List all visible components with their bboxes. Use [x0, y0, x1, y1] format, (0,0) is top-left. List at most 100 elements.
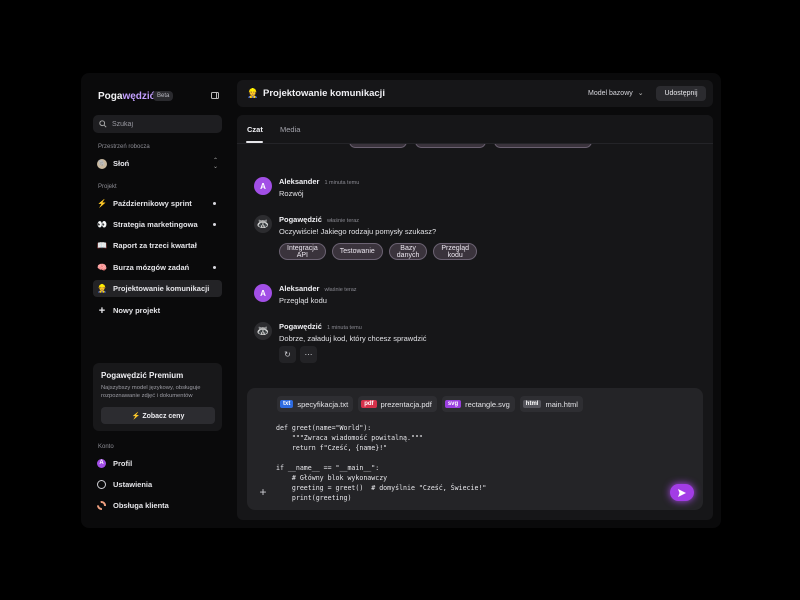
book-icon: 📖 [97, 241, 107, 250]
chevron-updown-icon: ⌃ ⌄ [212, 157, 218, 170]
sidebar-item-label: Ustawienia [113, 479, 153, 489]
add-attachment-button[interactable]: + [257, 486, 269, 498]
composer-text-input[interactable]: def greet(name="World"): """Zwraca wiado… [276, 423, 486, 503]
user-avatar: A [254, 177, 272, 195]
new-project-button[interactable]: + Nowy projekt [93, 302, 222, 319]
sidebar-item-support[interactable]: Obsługa klienta [93, 497, 222, 513]
message-text: Przegląd kodu [279, 296, 327, 305]
chip-code-review[interactable]: Przegląd kodu [433, 243, 477, 260]
sidebar-item-label: Obsługa klienta [113, 500, 169, 510]
author-name: Aleksander [279, 284, 320, 293]
see-pricing-button[interactable]: ⚡ Zobacz ceny [101, 407, 215, 424]
brand-logo[interactable]: Pogawędzić [98, 91, 155, 102]
project-label: Projekt [98, 184, 117, 190]
settings-icon [97, 479, 106, 489]
file-type-badge: pdf [361, 400, 377, 408]
model-selector-label: Model bazowy [588, 89, 633, 97]
unread-dot [213, 266, 216, 269]
tab-bar: Czat Media [237, 115, 713, 144]
premium-description: Najszybszy model językowy, obsługuje roz… [101, 385, 201, 399]
brand-accent: wędzić [122, 91, 156, 102]
search-icon [99, 120, 107, 128]
premium-title: Pogawędzić Premium [101, 371, 184, 380]
see-pricing-label: Zobacz ceny [142, 412, 185, 420]
message-author: Aleksander właśnie teraz [279, 284, 357, 293]
sidebar-item-marketing-strategy[interactable]: 👀 Strategia marketingowa [93, 216, 222, 233]
sidebar: Pogawędzić Beta Przestrzeń robocza 🐘 Sło… [81, 73, 236, 528]
sidebar-item-october-sprint[interactable]: ⚡ Październikowy sprint [93, 195, 222, 212]
new-project-label: Nowy projekt [113, 306, 161, 315]
file-attachment[interactable]: svg rectangle.svg [441, 396, 515, 412]
account-label: Konto [98, 444, 114, 450]
message-time: właśnie teraz [324, 287, 357, 293]
file-name: prezentacja.pdf [380, 399, 432, 409]
profile-icon: A [97, 458, 106, 468]
chip-testing[interactable]: Testowanie [331, 243, 383, 260]
suggestion-chips: Integracja API Testowanie Bazy danych Pr… [279, 243, 477, 260]
beta-badge: Beta [153, 91, 174, 101]
workspace-selector[interactable]: 🐘 Słoń ⌃ ⌄ [93, 155, 222, 172]
tab-chat[interactable]: Czat [247, 125, 263, 134]
message-actions: ↻ ⋯ [279, 346, 317, 363]
send-button[interactable] [670, 484, 694, 501]
message-time: 1 minuta temu [324, 180, 360, 186]
message-author: Pogawędzić 1 minuta temu [279, 322, 362, 331]
sidebar-item-label: Profil [113, 458, 133, 468]
workspace-label: Przestrzeń robocza [98, 144, 150, 150]
author-name: Pogawędzić [279, 215, 322, 224]
sidebar-item-communication-design[interactable]: 👷 Projektowanie komunikacji [93, 280, 222, 297]
page-title: Projektowanie komunikacji [263, 88, 385, 99]
message-composer[interactable]: txt specyfikacja.txt pdf prezentacja.pdf… [247, 388, 703, 510]
message-text: Dobrze, załaduj kod, który chcesz sprawd… [279, 334, 427, 343]
search-box[interactable] [93, 115, 222, 133]
file-type-badge: txt [280, 400, 294, 408]
sidebar-item-profile[interactable]: A Profil [93, 455, 222, 471]
chip-databases[interactable]: Bazy danych [388, 243, 428, 260]
sidebar-toggle-icon[interactable] [211, 92, 219, 99]
message-author: Aleksander 1 minuta temu [279, 177, 359, 186]
bot-avatar: 🦝 [254, 215, 272, 233]
author-name: Pogawędzić [279, 322, 322, 331]
unread-dot [213, 223, 216, 226]
brand-prefix: Poga [98, 91, 123, 102]
search-input[interactable] [112, 120, 212, 128]
sidebar-item-settings[interactable]: Ustawienia [93, 476, 222, 492]
message-time: właśnie teraz [326, 218, 360, 224]
attached-files: txt specyfikacja.txt pdf prezentacja.pdf… [277, 396, 583, 412]
send-icon [678, 488, 686, 497]
regenerate-icon[interactable]: ↻ [279, 346, 296, 363]
brain-icon: 🧠 [97, 263, 107, 272]
file-type-badge: html [522, 400, 542, 408]
message-text: Rozwój [279, 189, 304, 198]
share-button[interactable]: Udostępnij [656, 86, 706, 101]
chip-api-integration[interactable]: Integracja API [279, 243, 326, 260]
construction-worker-icon: 👷 [247, 88, 259, 98]
sidebar-item-q3-report[interactable]: 📖 Raport za trzeci kwartał [93, 237, 222, 254]
chat-panel: Czat Media A Aleksander 1 minuta temu Roz… [237, 115, 713, 520]
file-name: main.html [545, 399, 578, 409]
file-attachment[interactable]: pdf prezentacja.pdf [358, 396, 437, 412]
author-name: Aleksander [279, 177, 320, 186]
sidebar-item-label: Projektowanie komunikacji [113, 284, 210, 293]
sidebar-item-label: Strategia marketingowa [113, 220, 198, 229]
eyes-icon: 👀 [97, 220, 107, 229]
file-attachment[interactable]: html main.html [519, 396, 583, 412]
support-icon [97, 500, 106, 510]
file-type-badge: svg [444, 400, 462, 408]
bot-avatar: 🦝 [254, 322, 272, 340]
sidebar-item-label: Raport za trzeci kwartał [113, 241, 197, 250]
tab-divider [237, 143, 713, 144]
premium-card: Pogawędzić Premium Najszybszy model języ… [93, 363, 222, 431]
file-name: specyfikacja.txt [297, 399, 349, 409]
message-author: Pogawędzić właśnie teraz [279, 215, 359, 224]
tab-media[interactable]: Media [280, 125, 300, 134]
elephant-avatar: 🐘 [97, 158, 107, 169]
file-attachment[interactable]: txt specyfikacja.txt [277, 396, 354, 412]
more-options-icon[interactable]: ⋯ [300, 346, 317, 363]
sidebar-item-brainstorm[interactable]: 🧠 Burza mózgów zadań [93, 259, 222, 276]
message-time: 1 minuta temu [326, 325, 362, 331]
model-selector[interactable]: Model bazowy ⌄ [588, 89, 644, 98]
message-text: Oczywiście! Jakiego rodzaju pomysły szuk… [279, 227, 437, 236]
unread-dot [213, 202, 216, 205]
sidebar-item-label: Burza mózgów zadań [113, 263, 190, 272]
